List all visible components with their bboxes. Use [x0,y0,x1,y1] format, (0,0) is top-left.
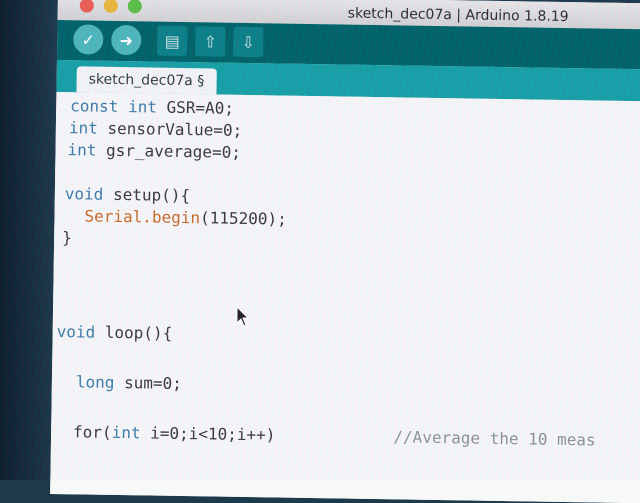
code-token: long [75,372,125,393]
mouse-pointer-icon [236,305,250,332]
save-sketch-button[interactable]: ⇩ [233,26,264,58]
arrow-down-icon: ⇩ [241,32,256,52]
code-token: (115200); [199,208,287,229]
code-token: sum=0; [123,373,183,393]
upload-button[interactable]: ➜ [111,24,142,56]
code-line: void setup(){ [65,184,191,205]
code-token: setup(){ [112,184,191,206]
code-token: int [67,140,107,160]
checkmark-icon: ✓ [81,29,96,50]
window-title: sketch_dec07a | Arduino 1.8.19 [347,5,569,26]
code-line: Serial.begin(115200); [84,206,287,228]
minimize-window-button[interactable] [103,0,118,13]
code-token: sensorValue=0; [107,118,243,140]
code-line: long sum=0; [76,372,182,393]
zoom-window-button[interactable] [127,0,142,14]
code-token: GSR=A0; [166,97,235,118]
code-token: void [56,322,106,342]
code-token: int [111,422,151,443]
new-file-icon: ▤ [164,31,180,51]
close-window-button[interactable] [79,0,94,13]
code-token: i=0;i<10;i++) [150,423,276,445]
arrow-up-icon: ⇧ [203,31,218,52]
code-line: for(int i=0;i<10;i++) //Average the 10 me… [73,422,596,449]
code-line: } [62,228,72,247]
code-line: int sensorValue=0; [69,118,243,140]
open-sketch-button[interactable]: ⇧ [195,26,226,57]
arduino-ide-window: sketch_dec07a | Arduino 1.8.19 ✓ ➜ ▤ ⇧ ⇩… [50,0,640,503]
code-line: int gsr_average=0; [67,140,241,162]
arrow-right-icon: ➜ [119,30,134,50]
code-token: const int [70,96,167,117]
code-token: loop(){ [104,322,173,343]
tab-sketch[interactable]: sketch_dec07a § [76,66,217,95]
new-sketch-button[interactable]: ▤ [157,25,188,57]
code-editor[interactable]: const int GSR=A0; int sensorValue=0; int… [50,91,640,503]
verify-button[interactable]: ✓ [73,24,104,55]
code-line: void loop(){ [57,322,173,343]
code-token: gsr_average=0; [105,140,242,162]
code-token: } [62,228,72,248]
code-token: int [68,118,108,138]
code-token: Serial.begin [84,206,201,228]
code-token: void [64,184,114,204]
code-token: for( [72,422,112,442]
code-line: const int GSR=A0; [70,96,234,118]
code-comment: //Average the 10 meas [393,427,596,450]
